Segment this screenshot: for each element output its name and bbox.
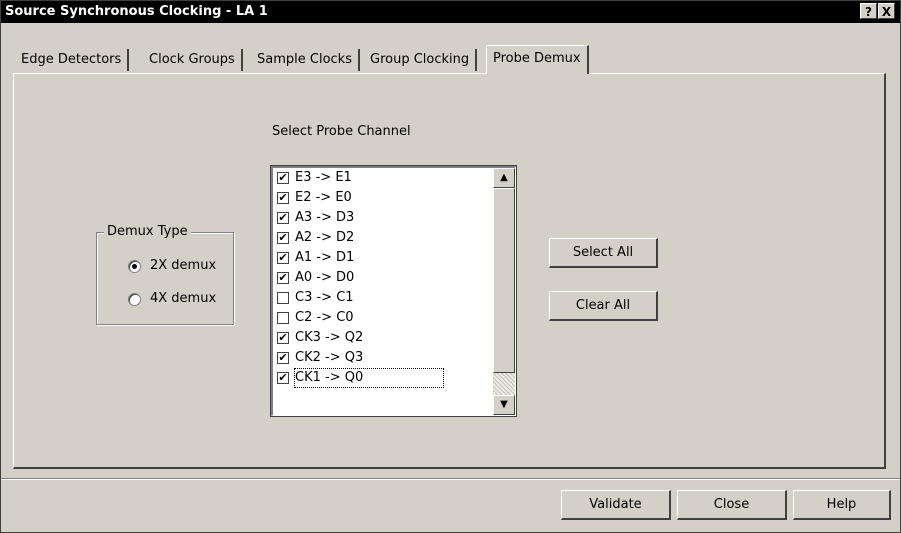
radio-4x-demux-label[interactable]: 4X demux (150, 291, 216, 306)
radio-2x-demux[interactable] (128, 260, 141, 273)
list-item[interactable]: ✔ CK2 -> Q3 (277, 349, 489, 367)
radio-selected-dot (132, 264, 137, 269)
window-title: Source Synchronous Clocking - LA 1 (5, 4, 268, 19)
demux-type-label: Demux Type (104, 224, 191, 239)
list-item[interactable]: C2 -> C0 (277, 309, 489, 327)
checkbox[interactable] (277, 292, 289, 304)
checkbox[interactable]: ✔ (277, 212, 289, 224)
list-item[interactable]: ✔ E3 -> E1 (277, 169, 489, 187)
checkbox[interactable]: ✔ (277, 332, 289, 344)
tab-group-clocking[interactable]: Group Clocking (364, 49, 478, 71)
select-all-button[interactable]: Select All (549, 238, 658, 268)
tab-clock-groups[interactable]: Clock Groups (143, 49, 243, 71)
checkbox[interactable] (277, 312, 289, 324)
help-icon[interactable]: ? (860, 3, 877, 19)
scroll-up-icon[interactable]: ▲ (493, 168, 515, 188)
list-item[interactable]: ✔ CK1 -> Q0 (277, 368, 489, 388)
checkbox[interactable]: ✔ (277, 252, 289, 264)
close-button[interactable]: Close (677, 490, 787, 520)
checkbox[interactable]: ✔ (277, 272, 289, 284)
checkbox[interactable]: ✔ (277, 352, 289, 364)
clear-all-button[interactable]: Clear All (549, 291, 658, 321)
help-button[interactable]: Help (793, 490, 891, 520)
checkbox[interactable]: ✔ (277, 372, 289, 384)
tab-sample-clocks[interactable]: Sample Clocks (251, 49, 360, 71)
list-item[interactable]: C3 -> C1 (277, 289, 489, 307)
close-icon[interactable]: X (878, 3, 895, 19)
checkbox[interactable]: ✔ (277, 172, 289, 184)
dialog-window: Source Synchronous Clocking - LA 1 ? X E… (0, 0, 901, 533)
radio-4x-demux[interactable] (128, 293, 141, 306)
validate-button[interactable]: Validate (561, 490, 671, 520)
list-scrollbar[interactable]: ▲ ▼ (493, 168, 515, 415)
list-item[interactable]: ✔ E2 -> E0 (277, 189, 489, 207)
list-item[interactable]: ✔ A3 -> D3 (277, 209, 489, 227)
tab-probe-demux[interactable]: Probe Demux (486, 45, 589, 74)
checkbox[interactable]: ✔ (277, 192, 289, 204)
list-item[interactable]: ✔ A0 -> D0 (277, 269, 489, 287)
list-item[interactable]: ✔ A1 -> D1 (277, 249, 489, 267)
radio-2x-demux-label[interactable]: 2X demux (150, 258, 216, 273)
tab-edge-detectors[interactable]: Edge Detectors (15, 49, 130, 71)
list-item[interactable]: ✔ A2 -> D2 (277, 229, 489, 247)
probe-channel-list[interactable]: ✔ E3 -> E1 ✔ E2 -> E0 ✔ A3 -> D3 ✔ A2 -> D2 … (270, 165, 517, 417)
title-bar: Source Synchronous Clocking - LA 1 ? X (1, 1, 900, 23)
footer-divider (1, 478, 900, 480)
checkbox[interactable]: ✔ (277, 232, 289, 244)
list-item[interactable]: ✔ CK3 -> Q2 (277, 329, 489, 347)
select-probe-channel-label: Select Probe Channel (272, 124, 411, 139)
demux-type-group (96, 232, 234, 325)
scroll-track[interactable] (493, 373, 515, 395)
scroll-thumb[interactable] (493, 188, 515, 373)
scroll-down-icon[interactable]: ▼ (493, 395, 515, 415)
